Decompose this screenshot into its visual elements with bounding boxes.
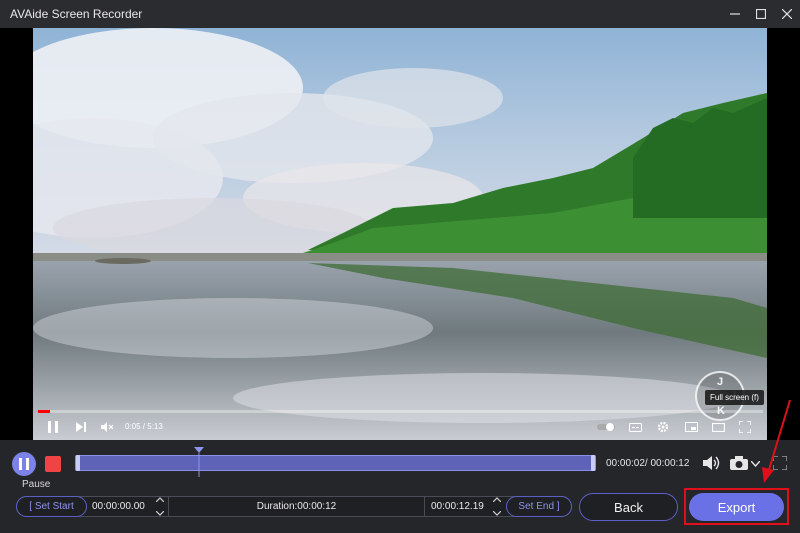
chevron-up-icon[interactable] bbox=[156, 497, 164, 502]
timeline-end-handle[interactable] bbox=[591, 455, 595, 471]
back-button[interactable]: Back bbox=[579, 493, 678, 521]
player-pause-icon[interactable] bbox=[45, 416, 61, 438]
window-controls bbox=[722, 0, 800, 28]
end-time-field[interactable]: 00:00:12.19 bbox=[431, 496, 484, 517]
start-time-field[interactable]: 00:00:00.00 bbox=[92, 496, 145, 517]
next-icon[interactable] bbox=[73, 416, 89, 438]
set-end-button[interactable]: Set End ] bbox=[506, 496, 572, 517]
clip-timeline[interactable] bbox=[75, 455, 596, 471]
timeline-playhead[interactable] bbox=[194, 447, 204, 477]
video-preview[interactable]: J K L Full screen (f) 0:05 / 5:13 bbox=[33, 28, 767, 440]
video-progress-bar[interactable] bbox=[38, 410, 763, 413]
fullscreen-tooltip: Full screen (f) bbox=[705, 390, 764, 405]
duration-label: Duration:00:00:12 bbox=[168, 496, 425, 517]
autoplay-toggle-icon[interactable] bbox=[595, 416, 617, 438]
player-time: 0:05 / 5:13 bbox=[125, 422, 163, 431]
chevron-down-icon[interactable] bbox=[156, 511, 164, 516]
video-progress-fill bbox=[38, 410, 50, 413]
camera-snapshot-icon[interactable] bbox=[728, 454, 750, 472]
recording-time: 00:00:02/ 00:00:12 bbox=[606, 458, 690, 469]
mute-icon[interactable] bbox=[99, 416, 115, 438]
end-time-stepper[interactable] bbox=[492, 497, 502, 516]
fullscreen-icon[interactable] bbox=[737, 416, 753, 438]
volume-icon[interactable] bbox=[701, 454, 723, 472]
settings-gear-icon[interactable] bbox=[655, 416, 671, 438]
export-button[interactable]: Export bbox=[689, 493, 784, 521]
recorder-controls bbox=[0, 440, 800, 533]
minimize-icon[interactable] bbox=[722, 0, 748, 28]
start-time-stepper[interactable] bbox=[155, 497, 165, 516]
miniplayer-icon[interactable] bbox=[683, 416, 699, 438]
player-controls: 0:05 / 5:13 bbox=[33, 416, 767, 438]
maximize-icon[interactable] bbox=[748, 0, 774, 28]
chevron-up-icon[interactable] bbox=[493, 497, 501, 502]
chevron-down-icon[interactable] bbox=[750, 458, 760, 470]
expand-icon[interactable] bbox=[771, 454, 789, 472]
set-start-button[interactable]: [ Set Start bbox=[16, 496, 87, 517]
video-stage: J K L Full screen (f) 0:05 / 5:13 bbox=[0, 28, 800, 440]
timeline-start-handle[interactable] bbox=[76, 455, 80, 471]
shortcut-letter-j: J bbox=[717, 376, 724, 388]
title-bar: AVAide Screen Recorder bbox=[0, 0, 800, 28]
app-title: AVAide Screen Recorder bbox=[10, 7, 143, 21]
pause-tooltip: Pause bbox=[17, 479, 56, 490]
pause-icon bbox=[19, 458, 29, 470]
chevron-down-icon[interactable] bbox=[493, 511, 501, 516]
beach-scene-image bbox=[33, 28, 767, 440]
close-icon[interactable] bbox=[774, 0, 800, 28]
theater-mode-icon[interactable] bbox=[710, 416, 726, 438]
stop-button[interactable] bbox=[45, 456, 61, 472]
subtitles-icon[interactable] bbox=[627, 416, 643, 438]
pause-button[interactable] bbox=[12, 452, 36, 476]
